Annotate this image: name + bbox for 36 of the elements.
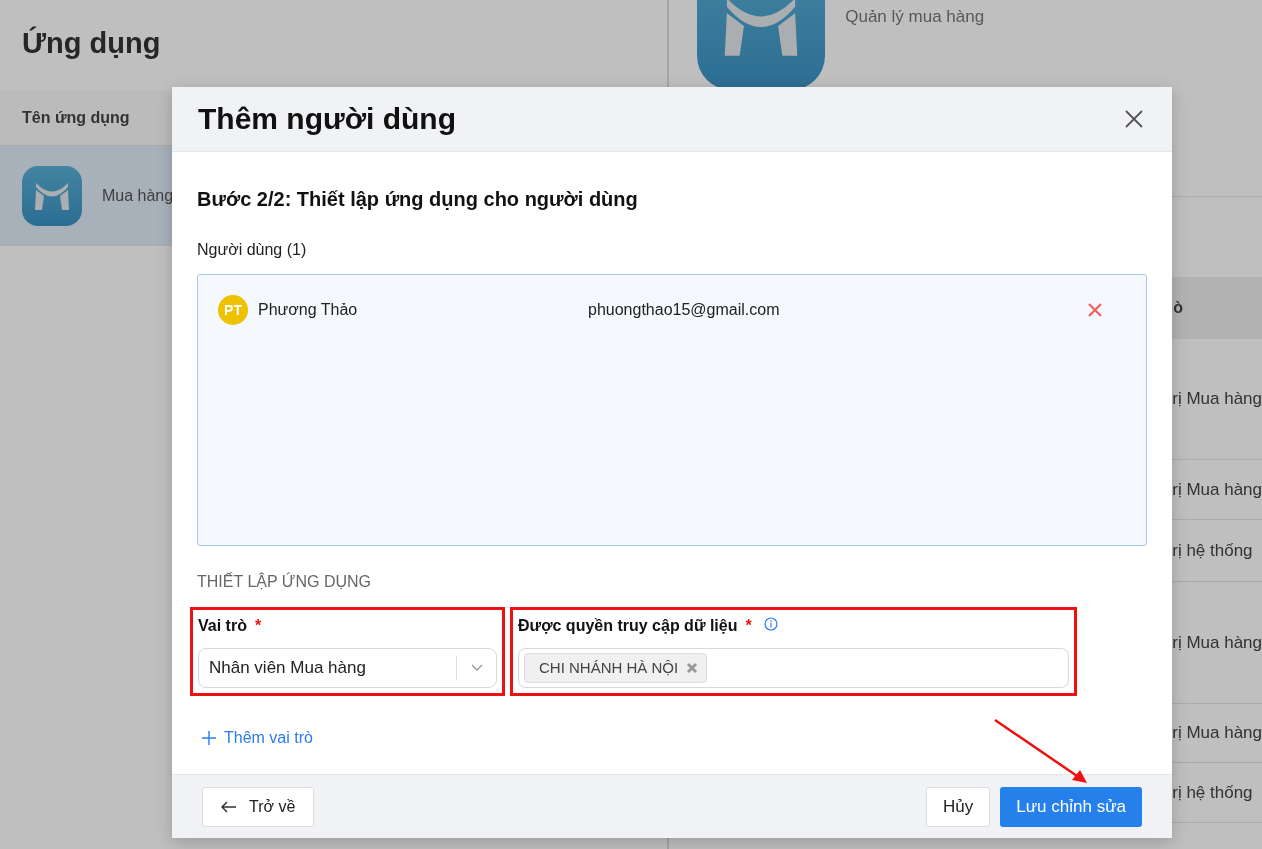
add-role-link[interactable]: Thêm vai trò bbox=[202, 726, 313, 750]
user-email: phuongthao15@gmail.com bbox=[588, 300, 781, 320]
table-cell-text: rị Mua hàng bbox=[1172, 631, 1262, 654]
modal-title: Thêm người dùng bbox=[198, 101, 457, 137]
required-mark: * bbox=[254, 616, 262, 636]
app-logo-icon bbox=[22, 165, 82, 226]
plus-icon bbox=[202, 731, 216, 745]
table-cell-text: rị hệ thống bbox=[1172, 539, 1253, 562]
arrow-left-icon bbox=[221, 800, 237, 813]
column-header: Tên ứng dụng bbox=[22, 107, 130, 128]
avatar: PT bbox=[218, 295, 248, 325]
table-cell-text: rị hệ thống bbox=[1172, 781, 1253, 804]
section-title: THIẾT LẬP ỨNG DỤNG bbox=[197, 571, 372, 592]
access-field[interactable]: CHI NHÁNH HÀ NỘI bbox=[518, 648, 1069, 688]
column-header: ò bbox=[1173, 298, 1183, 318]
users-label: Người dùng (1) bbox=[197, 240, 308, 260]
app-title: Quản lý mua hàng bbox=[845, 6, 985, 28]
back-button[interactable]: Trở về bbox=[202, 786, 315, 827]
field-label: Được quyền truy cập dữ liệu bbox=[518, 616, 738, 636]
required-mark: * bbox=[745, 616, 752, 636]
remove-icon[interactable] bbox=[686, 662, 699, 674]
save-button[interactable]: Lưu chỉnh sửa bbox=[1000, 786, 1142, 827]
user-name: Phương Thảo bbox=[258, 300, 359, 320]
table-cell-text: rị Mua hàng bbox=[1172, 478, 1262, 501]
info-icon bbox=[763, 617, 778, 631]
chevron-down-icon bbox=[470, 664, 483, 672]
remove-icon[interactable] bbox=[1088, 303, 1102, 317]
app-name: Mua hàng bbox=[102, 185, 174, 206]
step-heading: Bước 2/2: Thiết lập ứng dụng cho người dùng bbox=[197, 187, 639, 212]
tag: CHI NHÁNH HÀ NỘI bbox=[524, 652, 708, 684]
cancel-button[interactable]: Hủy bbox=[926, 786, 991, 827]
table-cell-text: rị Mua hàng bbox=[1172, 388, 1262, 411]
role-select[interactable]: Nhân viên Mua hàng bbox=[198, 648, 497, 688]
page-title: Ứng dụng bbox=[21, 25, 162, 61]
field-label: Vai trò bbox=[198, 616, 247, 636]
table-cell-text: rị Mua hàng bbox=[1172, 722, 1262, 745]
